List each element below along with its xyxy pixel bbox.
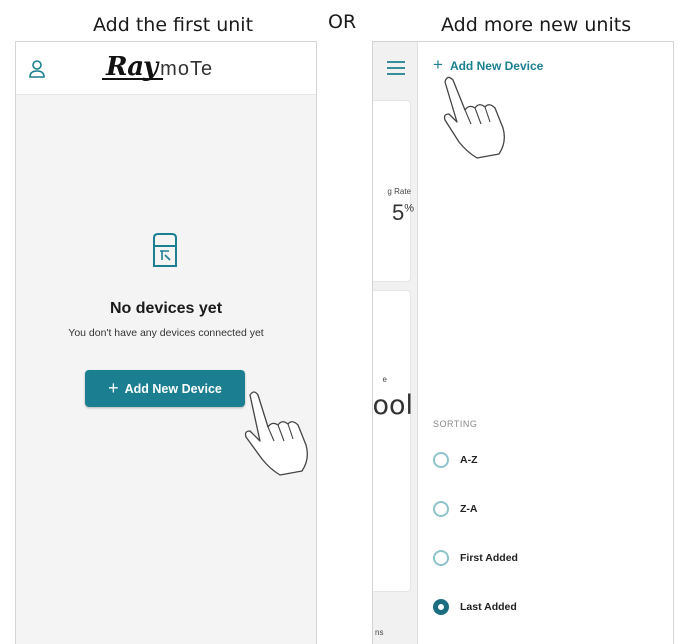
mode-value: ool	[372, 390, 413, 421]
radio-icon[interactable]	[433, 550, 449, 566]
sort-option-a-z[interactable]: A-Z	[433, 452, 478, 468]
raymote-logo: Ray moTe	[101, 52, 214, 82]
caption-or: OR	[328, 11, 357, 33]
plus-icon: +	[108, 377, 119, 398]
sort-option-z-a[interactable]: Z-A	[433, 501, 478, 517]
bottom-tab-fragment: ns	[375, 628, 384, 637]
sort-option-last-added[interactable]: Last Added	[433, 599, 517, 615]
rate-value: 5%	[391, 200, 414, 225]
sort-option-label: Z-A	[460, 503, 478, 515]
pointing-hand-icon	[244, 391, 308, 476]
add-new-device-button-label: Add New Device	[124, 381, 222, 396]
pointing-hand-icon	[443, 76, 505, 159]
sort-option-label: A-Z	[460, 454, 478, 466]
user-icon[interactable]	[28, 59, 46, 79]
sort-option-label: Last Added	[460, 601, 517, 613]
add-new-device-link[interactable]: + Add New Device	[433, 55, 544, 74]
device-icon	[153, 233, 177, 267]
plus-icon: +	[433, 55, 443, 74]
right-phone-screen: g Rate 5% e ool ns + Add New Device SORT…	[372, 41, 674, 644]
caption-right: Add more new units	[441, 14, 632, 36]
sorting-heading: SORTING	[433, 419, 478, 429]
caption-left: Add the first unit	[93, 14, 254, 36]
app-header: Ray moTe	[16, 42, 316, 95]
empty-state-title: No devices yet	[109, 300, 223, 317]
menu-icon[interactable]	[386, 60, 406, 76]
radio-icon[interactable]	[433, 501, 449, 517]
mode-label: e	[382, 375, 387, 384]
sort-option-label: First Added	[460, 552, 518, 564]
empty-state-subtitle: You don't have any devices connected yet	[68, 327, 264, 339]
radio-icon[interactable]	[433, 599, 449, 615]
radio-icon[interactable]	[433, 452, 449, 468]
sort-option-first-added[interactable]: First Added	[433, 550, 518, 566]
add-new-device-button[interactable]: + Add New Device	[85, 370, 245, 407]
add-new-device-link-label: Add New Device	[449, 58, 544, 73]
dashboard-card	[373, 290, 411, 592]
background-dashboard: g Rate 5% e ool ns	[373, 42, 418, 644]
rate-label: g Rate	[387, 187, 411, 196]
left-phone-screen: Ray moTe No devices yet You don't have a…	[15, 41, 317, 644]
